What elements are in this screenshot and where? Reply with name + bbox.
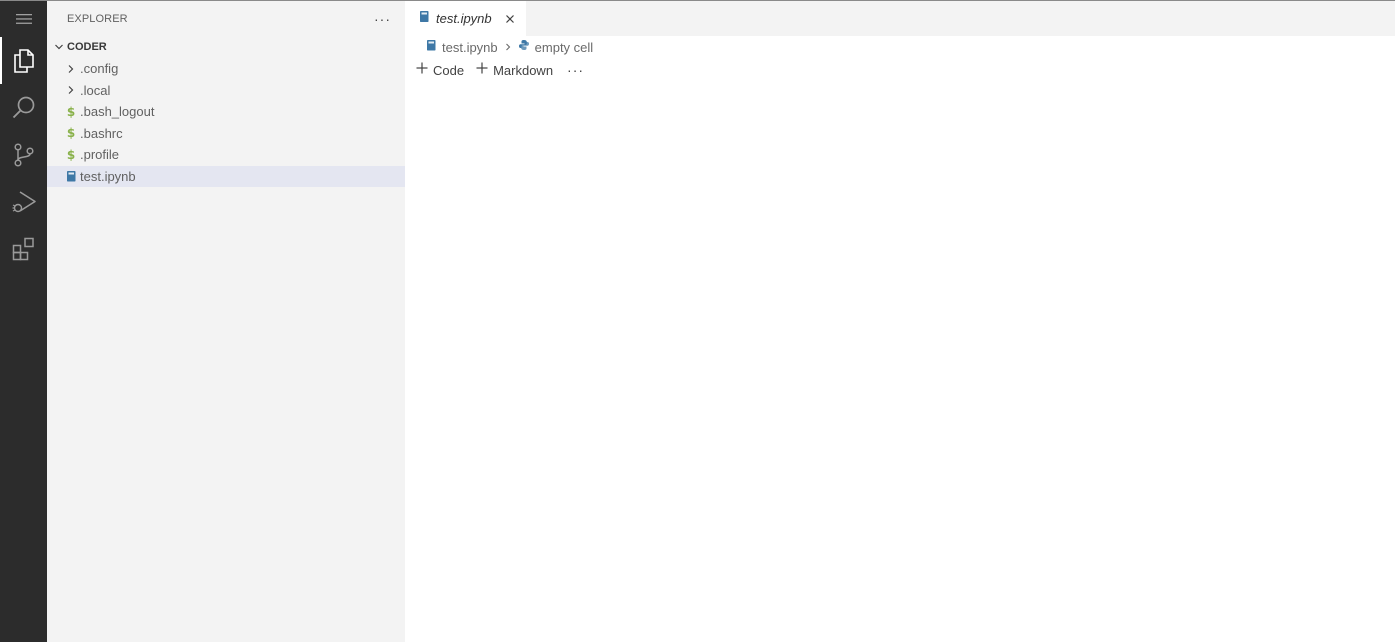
notebook-icon [63,168,79,184]
breadcrumb-cell[interactable]: empty cell [518,38,594,56]
breadcrumb-file-label: test.ipynb [442,39,498,55]
notebook-toolbar: Code Markdown ··· [405,58,1395,82]
explorer-sidebar: EXPLORER ··· CODER .config .local $ .bas… [47,1,405,642]
chevron-right-icon [500,42,516,52]
breadcrumb: test.ipynb empty cell [405,36,1395,58]
tree-item-bashrc[interactable]: $ .bashrc [47,123,405,145]
notebook-more-actions-button[interactable]: ··· [567,63,584,77]
folder-section-header[interactable]: CODER [47,36,405,58]
tree-item-local[interactable]: .local [47,80,405,102]
tree-item-config[interactable]: .config [47,58,405,80]
chevron-right-icon [63,82,79,98]
tree-item-label: test.ipynb [80,168,136,184]
tree-item-profile[interactable]: $ .profile [47,144,405,166]
chevron-down-icon [51,41,67,53]
plus-icon [416,61,428,79]
breadcrumb-cell-label: empty cell [534,39,594,55]
explorer-icon [13,48,34,73]
editor-area: test.ipynb test.ipynb empty cell Code Ma… [405,1,1395,642]
activity-bar [0,1,47,642]
plus-icon [476,61,488,79]
dollar-icon: $ [66,126,76,141]
tree-item-bash-logout[interactable]: $ .bash_logout [47,101,405,123]
tree-item-test-ipynb[interactable]: test.ipynb [47,165,405,187]
folder-name: CODER [67,41,107,53]
tree-item-label: .bashrc [80,125,123,141]
search-icon [12,96,34,118]
extensions-button[interactable] [0,225,47,272]
run-debug-button[interactable] [0,178,47,225]
vscode-window: EXPLORER ··· CODER .config .local $ .bas… [0,0,1395,642]
dollar-icon: $ [66,104,76,119]
tabs-bar: test.ipynb [405,1,1395,36]
tree-item-label: .local [80,82,111,98]
menu-button[interactable] [0,1,47,37]
breadcrumb-file[interactable]: test.ipynb [425,38,498,56]
sidebar-header: EXPLORER ··· [47,1,405,36]
chevron-right-icon [63,61,79,77]
dollar-icon: $ [66,147,76,162]
tab-test-ipynb[interactable]: test.ipynb [405,1,526,36]
add-code-cell-button[interactable]: Code [414,61,470,79]
add-markdown-label: Markdown [493,62,554,78]
add-markdown-cell-button[interactable]: Markdown [474,61,559,79]
menu-icon [15,14,32,24]
search-button[interactable] [0,84,47,131]
close-icon[interactable] [502,11,518,27]
add-code-label: Code [433,62,465,78]
notebook-icon [418,10,430,28]
tree-item-label: .bash_logout [80,104,155,120]
python-icon [518,38,530,56]
notebook-icon [425,38,437,56]
source-control-icon [13,142,34,167]
tab-label: test.ipynb [436,11,492,26]
run-debug-icon [12,190,36,212]
source-control-button[interactable] [0,131,47,178]
explorer-button[interactable] [0,37,47,84]
sidebar-title: EXPLORER [67,12,128,25]
extensions-icon [12,237,34,260]
tree-item-label: .config [80,61,119,77]
more-actions-button[interactable]: ··· [374,12,391,26]
tree-item-label: .profile [80,147,120,163]
